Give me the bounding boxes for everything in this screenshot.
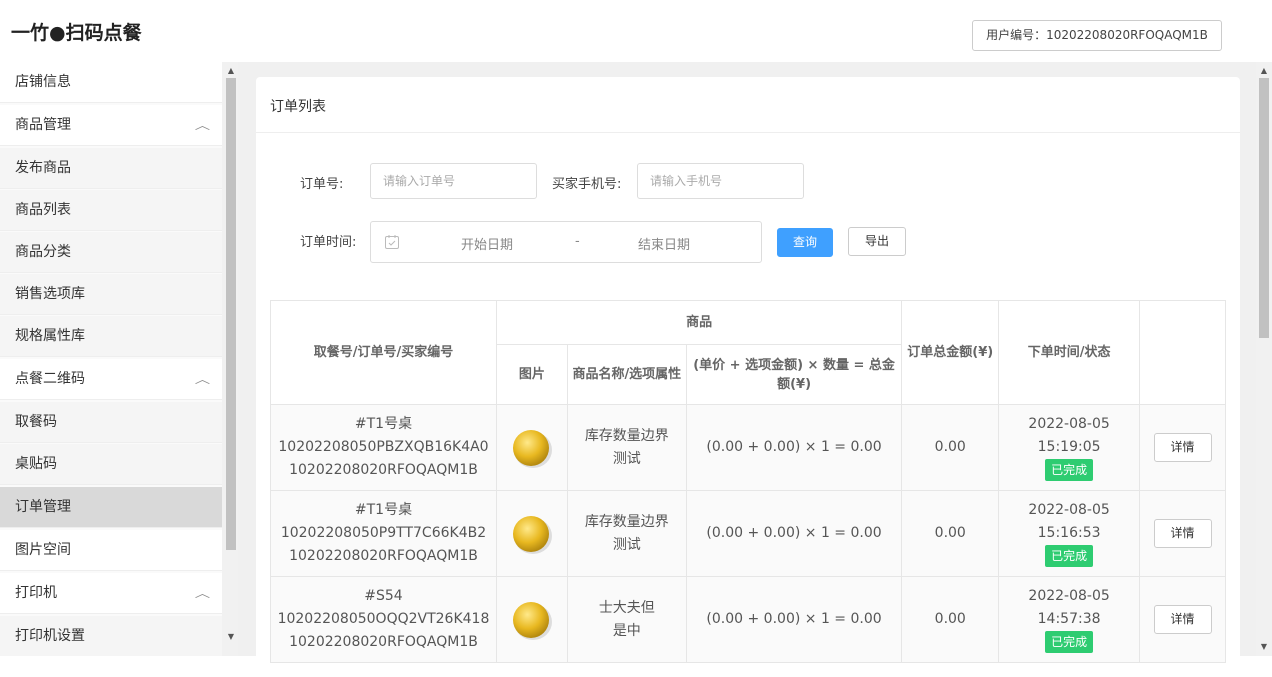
sidebar-scroll-thumb[interactable]: [226, 78, 236, 550]
export-button[interactable]: 导出: [848, 227, 906, 256]
order-time-label: 订单时间:: [300, 235, 357, 250]
actions-cell: 详情: [1139, 404, 1226, 491]
order-number: 10202208050OQQ2VT26K418: [277, 611, 490, 627]
orders-table: 取餐号/订单号/买家编号 商品 订单总金额(¥) 下单时间/状态 图片 商品名称…: [270, 300, 1226, 663]
product-image: [512, 429, 552, 468]
product-image-cell: [495, 404, 568, 491]
actions-cell: 详情: [1139, 576, 1226, 663]
actions-cell: 详情: [1139, 490, 1226, 577]
pickup-number: #T1号桌: [354, 502, 413, 518]
product-image: [512, 515, 552, 554]
buyer-id: 10202208020RFOQAQM1B: [289, 634, 478, 650]
user-id-box[interactable]: 用户编号：10202208020RFOQAQM1B: [972, 20, 1222, 51]
col-header-order-ids: 取餐号/订单号/买家编号: [270, 300, 497, 405]
card-title: 订单列表: [270, 99, 326, 115]
divider: [256, 132, 1240, 133]
date-range-picker[interactable]: 开始日期 - 结束日期: [370, 221, 762, 263]
sidebar-group-qrcode[interactable]: 点餐二维码 ︿: [0, 359, 222, 400]
order-no-input[interactable]: 请输入订单号: [370, 163, 537, 199]
sidebar: 店铺信息 商品管理 ︿ 发布商品 商品列表 商品分类 销售选项库 规格属性库 点餐…: [0, 62, 238, 656]
main-scroll-thumb[interactable]: [1259, 78, 1269, 338]
col-header-time-status: 下单时间/状态: [998, 300, 1140, 405]
order-date: 2022-08-05: [1028, 502, 1110, 518]
order-number: 10202208050P9TT7C66K4B2: [280, 525, 487, 541]
sidebar-item-spec-attrs[interactable]: 规格属性库: [0, 316, 222, 357]
price-formula: (0.00 + 0.00) × 1 = 0.00: [685, 404, 903, 491]
table-row: #S54 10202208050OQQ2VT26K418 10202208020…: [270, 576, 1226, 663]
table-row: #T1号桌 10202208050P9TT7C66K4B2 1020220802…: [270, 490, 1226, 577]
product-name: 士大夫但是中: [566, 576, 687, 663]
col-header-goods: 商品: [495, 300, 903, 345]
order-time: 15:19:05: [1037, 439, 1101, 455]
order-date: 2022-08-05: [1028, 416, 1110, 432]
main-scroll-up-icon[interactable]: ▲: [1259, 66, 1269, 76]
col-header-name: 商品名称/选项属性: [566, 344, 687, 405]
product-image: [512, 601, 552, 640]
sidebar-item-publish-goods[interactable]: 发布商品: [0, 148, 222, 189]
sidebar-group-goods[interactable]: 商品管理 ︿: [0, 105, 222, 146]
sidebar-item-pickup-code[interactable]: 取餐码: [0, 402, 222, 443]
time-status-cell: 2022-08-05 15:19:05 已完成: [998, 404, 1140, 491]
buyer-id: 10202208020RFOQAQM1B: [289, 462, 478, 478]
chevron-up-icon: ︿: [194, 587, 211, 600]
order-total: 0.00: [901, 576, 1000, 663]
phone-input[interactable]: 请输入手机号: [637, 163, 804, 199]
order-total: 0.00: [901, 404, 1000, 491]
calendar-icon: [385, 235, 399, 249]
sidebar-item-image-space[interactable]: 图片空间: [0, 530, 222, 571]
order-no-label: 订单号:: [300, 177, 344, 192]
user-id-text: 用户编号：10202208020RFOQAQM1B: [986, 28, 1208, 42]
detail-button[interactable]: 详情: [1153, 605, 1212, 634]
date-separator: -: [575, 234, 580, 249]
app-logo: 一竹●扫码点餐: [11, 22, 142, 44]
product-image-cell: [495, 490, 568, 577]
scroll-up-arrow-icon[interactable]: ▲: [226, 66, 236, 76]
scroll-down-arrow-icon[interactable]: ▼: [226, 632, 236, 642]
price-formula: (0.00 + 0.00) × 1 = 0.00: [685, 576, 903, 663]
order-number: 10202208050PBZXQB16K4A0: [278, 439, 489, 455]
order-time: 15:16:53: [1037, 525, 1101, 541]
chevron-up-icon: ︿: [194, 119, 211, 132]
detail-button[interactable]: 详情: [1153, 519, 1212, 548]
status-badge: 已完成: [1045, 459, 1094, 481]
order-ids-cell: #T1号桌 10202208050PBZXQB16K4A0 1020220802…: [270, 404, 497, 491]
order-ids-cell: #T1号桌 10202208050P9TT7C66K4B2 1020220802…: [270, 490, 497, 577]
sidebar-item-printer-settings[interactable]: 打印机设置: [0, 616, 222, 656]
status-badge: 已完成: [1045, 631, 1094, 653]
sidebar-item-order-management[interactable]: 订单管理: [0, 487, 222, 528]
time-status-cell: 2022-08-05 15:16:53 已完成: [998, 490, 1140, 577]
product-image-cell: [495, 576, 568, 663]
query-button[interactable]: 查询: [777, 228, 833, 257]
order-date: 2022-08-05: [1028, 588, 1110, 604]
table-row: #T1号桌 10202208050PBZXQB16K4A0 1020220802…: [270, 404, 1226, 491]
order-total: 0.00: [901, 490, 1000, 577]
col-header-actions: [1139, 300, 1226, 405]
status-badge: 已完成: [1045, 545, 1094, 567]
col-header-total: 订单总金额(¥): [901, 300, 1000, 405]
sidebar-group-printer[interactable]: 打印机 ︿: [0, 573, 222, 614]
detail-button[interactable]: 详情: [1153, 433, 1212, 462]
buyer-id: 10202208020RFOQAQM1B: [289, 548, 478, 564]
sidebar-item-goods-category[interactable]: 商品分类: [0, 232, 222, 273]
product-name: 库存数量边界测试: [566, 404, 687, 491]
start-date-input[interactable]: 开始日期: [461, 234, 513, 253]
main-scroll-down-icon[interactable]: ▼: [1259, 642, 1269, 652]
order-ids-cell: #S54 10202208050OQQ2VT26K418 10202208020…: [270, 576, 497, 663]
end-date-input[interactable]: 结束日期: [638, 234, 690, 253]
col-header-image: 图片: [495, 344, 568, 405]
pickup-number: #T1号桌: [354, 416, 413, 432]
sidebar-item-sale-options[interactable]: 销售选项库: [0, 274, 222, 315]
order-time: 14:57:38: [1037, 611, 1101, 627]
time-status-cell: 2022-08-05 14:57:38 已完成: [998, 576, 1140, 663]
sidebar-item-table-sticker[interactable]: 桌贴码: [0, 444, 222, 485]
sidebar-item-goods-list[interactable]: 商品列表: [0, 190, 222, 231]
chevron-up-icon: ︿: [194, 373, 211, 386]
product-name: 库存数量边界测试: [566, 490, 687, 577]
sidebar-item-store-info[interactable]: 店铺信息: [0, 62, 222, 103]
price-formula: (0.00 + 0.00) × 1 = 0.00: [685, 490, 903, 577]
top-header: 一竹●扫码点餐 用户编号：10202208020RFOQAQM1B: [0, 0, 1272, 62]
col-header-formula: (单价 + 选项金额) × 数量 = 总金额(¥): [685, 344, 903, 405]
phone-label: 买家手机号:: [552, 177, 622, 192]
pickup-number: #S54: [364, 588, 403, 604]
